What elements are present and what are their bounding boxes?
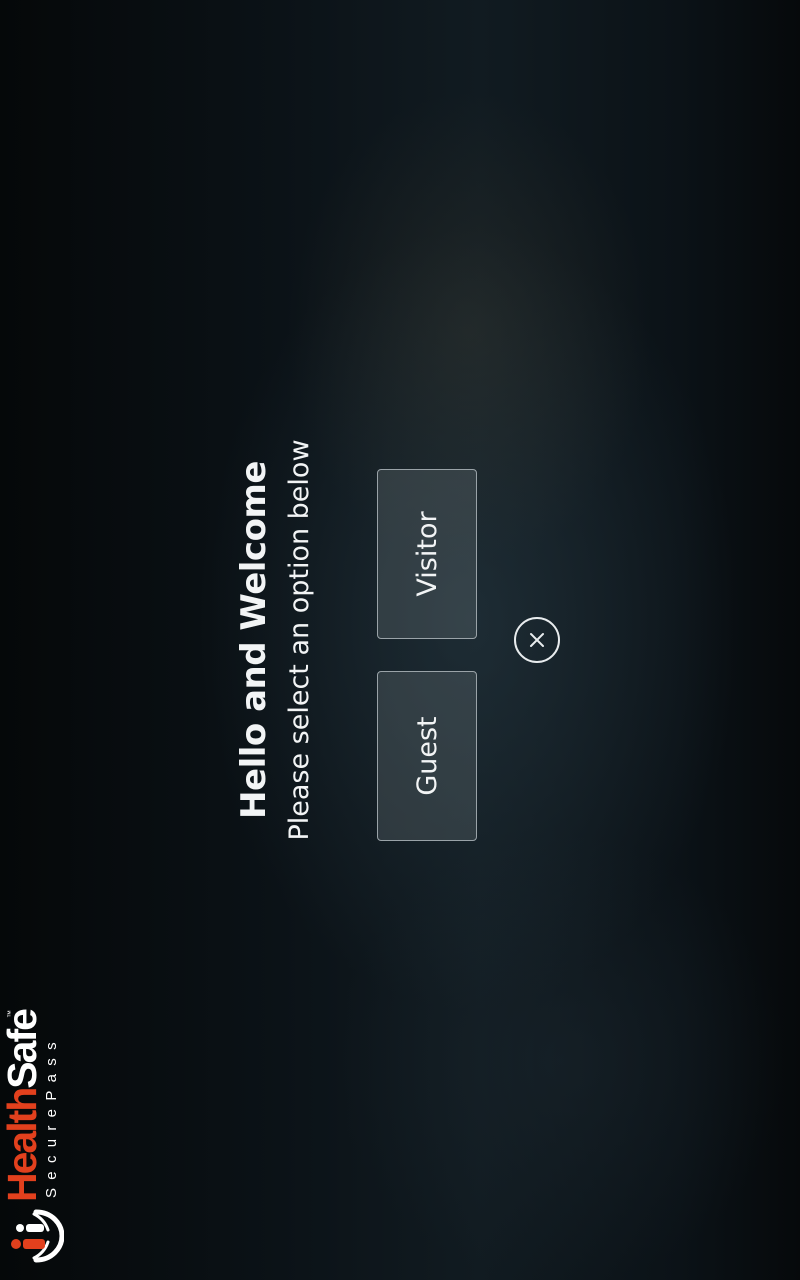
welcome-subtitle: Please select an option below — [284, 439, 315, 841]
visitor-button-label: Visitor — [411, 511, 443, 597]
guest-button-label: Guest — [411, 716, 443, 796]
healthsafe-logo: HealthSafe ™ SecurePass — [0, 994, 68, 1264]
welcome-title: Hello and Welcome — [234, 461, 274, 819]
rotated-stage: HealthSafe ™ SecurePass Hello and Welcom… — [0, 0, 800, 1280]
close-button[interactable] — [514, 617, 560, 663]
caring-hands-people-icon — [11, 1209, 64, 1263]
logo-tagline: SecurePass — [43, 1034, 60, 1198]
logo-word-health: Health — [0, 1088, 45, 1202]
guest-button[interactable]: Guest — [377, 671, 477, 841]
kiosk-screen: HealthSafe ™ SecurePass Hello and Welcom… — [0, 0, 800, 1280]
visitor-button[interactable]: Visitor — [377, 469, 477, 639]
close-icon — [530, 633, 544, 647]
logo-word-safe: Safe — [0, 1010, 45, 1089]
logo-trademark: ™ — [6, 1010, 15, 1018]
logo-wordmark: HealthSafe — [0, 1010, 45, 1202]
